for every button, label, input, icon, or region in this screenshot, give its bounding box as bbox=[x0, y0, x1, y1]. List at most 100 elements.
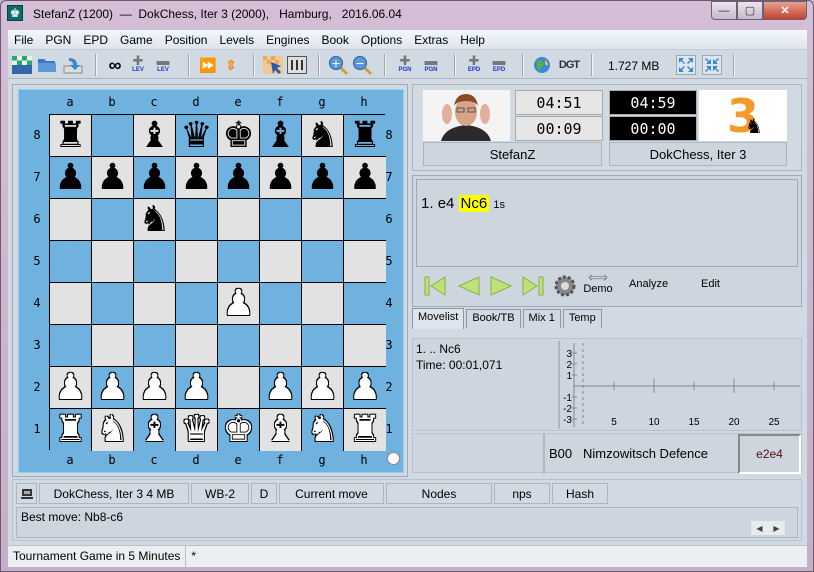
black-pawn-icon[interactable]: ♟ bbox=[96, 159, 128, 196]
square-e3[interactable] bbox=[218, 325, 260, 367]
white-pawn-icon[interactable]: ♟ bbox=[138, 369, 170, 406]
square-f5[interactable] bbox=[260, 241, 302, 283]
white-rook-icon[interactable]: ♜ bbox=[54, 412, 86, 448]
remove-pgn-button[interactable]: ▬ PGN bbox=[421, 54, 441, 75]
square-g4[interactable] bbox=[302, 283, 344, 325]
globe-icon[interactable] bbox=[532, 55, 552, 75]
square-c1[interactable]: ♝ bbox=[134, 409, 176, 451]
square-c6[interactable]: ♞ bbox=[134, 199, 176, 241]
menu-epd[interactable]: EPD bbox=[77, 30, 114, 50]
title-bar[interactable]: ♚ StefanZ (1200) — DokChess, Iter 3 (200… bbox=[1, 1, 813, 29]
menu-levels[interactable]: Levels bbox=[213, 30, 260, 50]
maximize-button[interactable]: ▢ bbox=[737, 1, 763, 20]
black-pawn-icon[interactable]: ♟ bbox=[138, 159, 170, 196]
square-a2[interactable]: ♟ bbox=[50, 367, 92, 409]
white-bishop-icon[interactable]: ♝ bbox=[138, 412, 170, 448]
engine-computer-icon[interactable] bbox=[16, 483, 37, 504]
square-c3[interactable] bbox=[134, 325, 176, 367]
black-pawn-icon[interactable]: ♟ bbox=[349, 159, 381, 196]
menu-options[interactable]: Options bbox=[355, 30, 408, 50]
square-e1[interactable]: ♚ bbox=[218, 409, 260, 451]
square-b1[interactable]: ♞ bbox=[92, 409, 134, 451]
square-d5[interactable] bbox=[176, 241, 218, 283]
white-rook-icon[interactable]: ♜ bbox=[349, 412, 381, 448]
expand-icon[interactable] bbox=[676, 55, 696, 75]
minimize-button[interactable]: — bbox=[711, 1, 737, 20]
square-d8[interactable]: ♛ bbox=[176, 115, 218, 157]
white-move[interactable]: e4 bbox=[438, 195, 455, 212]
square-g6[interactable] bbox=[302, 199, 344, 241]
move-list[interactable]: 1. e4 Nc6 1s bbox=[416, 179, 798, 267]
square-c4[interactable] bbox=[134, 283, 176, 325]
square-a6[interactable] bbox=[50, 199, 92, 241]
black-bishop-icon[interactable]: ♝ bbox=[264, 117, 296, 154]
square-g5[interactable] bbox=[302, 241, 344, 283]
square-d1[interactable]: ♛ bbox=[176, 409, 218, 451]
menu-file[interactable]: File bbox=[8, 30, 39, 50]
black-pawn-icon[interactable]: ♟ bbox=[264, 159, 296, 196]
square-a1[interactable]: ♜ bbox=[50, 409, 92, 451]
white-pawn-icon[interactable]: ♟ bbox=[96, 369, 128, 406]
square-e5[interactable] bbox=[218, 241, 260, 283]
close-button[interactable]: ✕ bbox=[763, 1, 807, 20]
square-g7[interactable]: ♟ bbox=[302, 157, 344, 199]
square-c2[interactable]: ♟ bbox=[134, 367, 176, 409]
square-d7[interactable]: ♟ bbox=[176, 157, 218, 199]
white-pawn-icon[interactable]: ♟ bbox=[264, 369, 296, 406]
square-f1[interactable]: ♝ bbox=[260, 409, 302, 451]
white-pawn-icon[interactable]: ♟ bbox=[54, 369, 86, 406]
square-e6[interactable] bbox=[218, 199, 260, 241]
square-b4[interactable] bbox=[92, 283, 134, 325]
square-b5[interactable] bbox=[92, 241, 134, 283]
next-move-button[interactable] bbox=[489, 274, 513, 298]
menu-game[interactable]: Game bbox=[114, 30, 159, 50]
square-a7[interactable]: ♟ bbox=[50, 157, 92, 199]
engine-settings-icon[interactable] bbox=[287, 55, 307, 75]
remove-level-button[interactable]: ▬ LEV bbox=[153, 54, 173, 75]
square-f8[interactable]: ♝ bbox=[260, 115, 302, 157]
tab-book-tb[interactable]: Book/TB bbox=[466, 309, 521, 328]
white-queen-icon[interactable]: ♛ bbox=[180, 412, 212, 448]
black-pawn-icon[interactable]: ♟ bbox=[54, 159, 86, 196]
black-king-icon[interactable]: ♚ bbox=[222, 117, 254, 154]
add-epd-button[interactable]: ✚ EPD bbox=[464, 54, 484, 75]
new-board-icon[interactable] bbox=[12, 55, 32, 75]
menu-pgn[interactable]: PGN bbox=[39, 30, 77, 50]
square-a5[interactable] bbox=[50, 241, 92, 283]
add-pgn-button[interactable]: ✚ PGN bbox=[395, 54, 415, 75]
analyze-button[interactable]: Analyze bbox=[629, 278, 668, 290]
add-level-button[interactable]: ✚ LEV bbox=[128, 54, 148, 75]
white-king-icon[interactable]: ♚ bbox=[222, 412, 254, 448]
infinite-icon[interactable]: ∞ bbox=[105, 55, 125, 75]
square-d3[interactable] bbox=[176, 325, 218, 367]
square-b2[interactable]: ♟ bbox=[92, 367, 134, 409]
white-knight-icon[interactable]: ♞ bbox=[306, 412, 338, 448]
black-pawn-icon[interactable]: ♟ bbox=[306, 159, 338, 196]
square-f7[interactable]: ♟ bbox=[260, 157, 302, 199]
square-b3[interactable] bbox=[92, 325, 134, 367]
square-f3[interactable] bbox=[260, 325, 302, 367]
last-move-button[interactable] bbox=[521, 274, 545, 298]
square-b7[interactable]: ♟ bbox=[92, 157, 134, 199]
menu-position[interactable]: Position bbox=[159, 30, 214, 50]
evaluation-graph[interactable]: 3 2 1 -1 -2 -3 5 10 15 20 25 bbox=[558, 341, 801, 429]
square-a4[interactable] bbox=[50, 283, 92, 325]
square-f4[interactable] bbox=[260, 283, 302, 325]
black-rook-icon[interactable]: ♜ bbox=[349, 117, 381, 154]
white-pawn-icon[interactable]: ♟ bbox=[180, 369, 212, 406]
chess-board[interactable]: ♜ ♝ ♛ ♚ ♝ ♞ ♜ ♟ ♟ ♟ ♟ ♟ ♟ ♟ ♟ ♞ ♟ ♟ ♟ ♟ ♟ ♟ ♟ ♟ ♜ ♞ ♝ ♛ ♚ ♝ ♞ ♜ bbox=[49, 114, 386, 451]
white-bishop-icon[interactable]: ♝ bbox=[264, 412, 296, 448]
black-pawn-icon[interactable]: ♟ bbox=[180, 159, 212, 196]
dgt-icon[interactable]: DGT bbox=[556, 55, 582, 75]
white-pawn-icon[interactable]: ♟ bbox=[222, 285, 254, 322]
settings-gear-icon[interactable] bbox=[553, 274, 577, 298]
square-a8[interactable]: ♜ bbox=[50, 115, 92, 157]
square-c8[interactable]: ♝ bbox=[134, 115, 176, 157]
square-e8[interactable]: ♚ bbox=[218, 115, 260, 157]
black-bishop-icon[interactable]: ♝ bbox=[138, 117, 170, 154]
fast-forward-icon[interactable]: ⏩ bbox=[198, 55, 218, 75]
square-c7[interactable]: ♟ bbox=[134, 157, 176, 199]
remove-epd-button[interactable]: ▬ EPD bbox=[489, 54, 509, 75]
square-b8[interactable] bbox=[92, 115, 134, 157]
square-b6[interactable] bbox=[92, 199, 134, 241]
